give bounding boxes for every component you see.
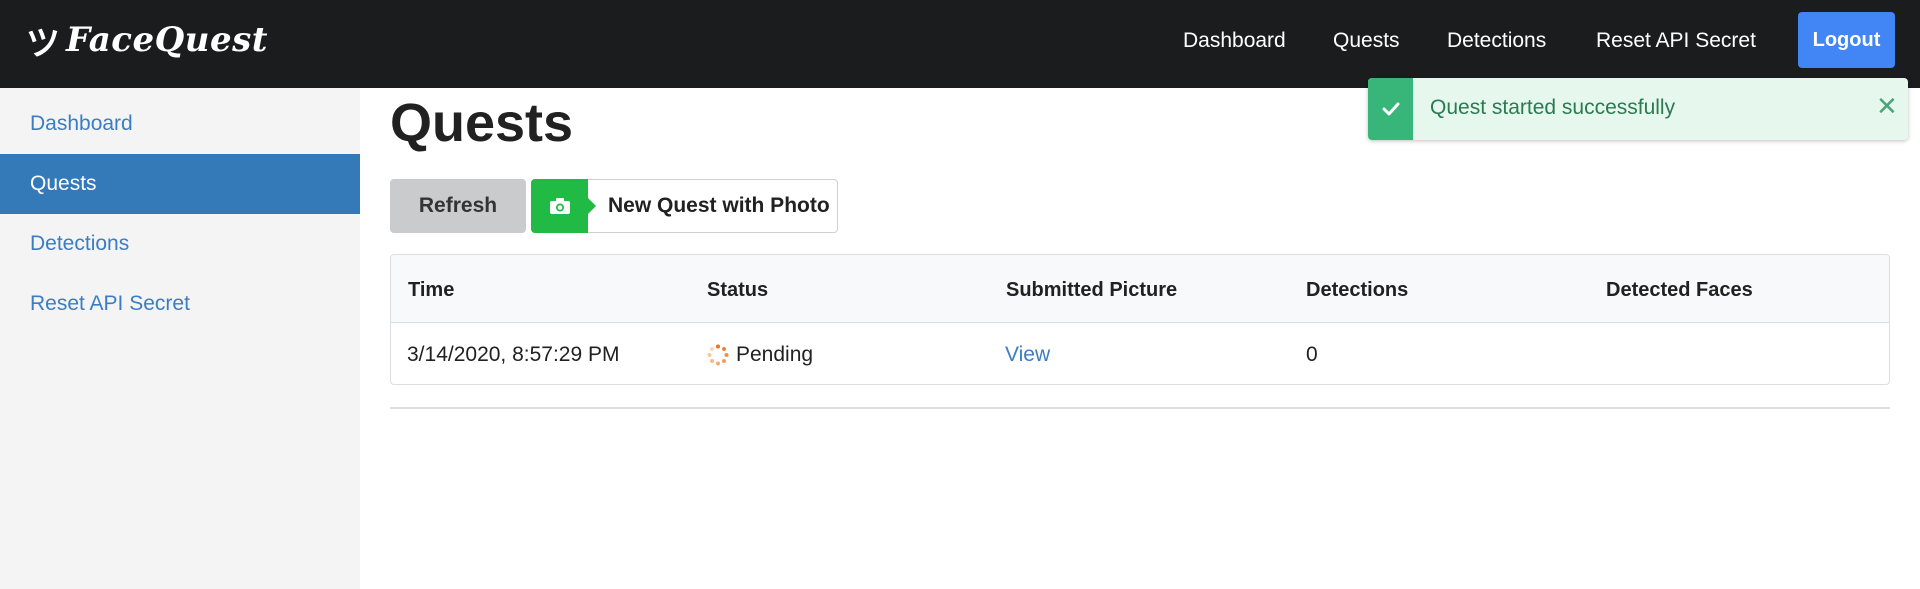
cell-view-link[interactable]: View (1005, 343, 1050, 367)
table-header: Time Status Submitted Picture Detections… (391, 255, 1889, 323)
close-icon[interactable]: ✕ (1876, 93, 1898, 119)
nav-link-detections[interactable]: Detections (1447, 29, 1546, 53)
logout-button[interactable]: Logout (1798, 12, 1895, 68)
column-header-submitted-picture: Submitted Picture (1006, 279, 1178, 301)
brand-logo-icon: ツ (26, 23, 60, 64)
sidebar-item-dashboard[interactable]: Dashboard (0, 94, 360, 154)
column-header-detections: Detections (1306, 279, 1409, 301)
sidebar-item-reset-api-secret[interactable]: Reset API Secret (0, 274, 360, 334)
page-title: Quests (390, 93, 574, 153)
sidebar: Dashboard Quests Detections Reset API Se… (0, 88, 360, 589)
divider (390, 407, 1890, 409)
brand[interactable]: ツ FaceQuest (26, 18, 268, 64)
nav-link-quests[interactable]: Quests (1333, 29, 1400, 53)
nav-link-reset-api-secret[interactable]: Reset API Secret (1596, 29, 1756, 53)
refresh-button[interactable]: Refresh (390, 179, 526, 233)
new-quest-with-photo-button[interactable]: New Quest with Photo (531, 178, 838, 233)
sidebar-item-quests[interactable]: Quests (0, 154, 360, 214)
spinner-icon (707, 344, 729, 366)
success-toast: Quest started successfully ✕ (1368, 78, 1908, 140)
nav-link-dashboard[interactable]: Dashboard (1183, 29, 1286, 53)
cell-detections: 0 (1306, 343, 1318, 366)
sidebar-item-detections[interactable]: Detections (0, 214, 360, 274)
top-navbar: ツ FaceQuest Dashboard Quests Detections … (0, 0, 1920, 88)
cell-time: 3/14/2020, 8:57:29 PM (407, 343, 620, 366)
camera-icon (531, 178, 596, 233)
toast-message: Quest started successfully (1430, 96, 1676, 119)
cell-status: Pending (736, 343, 814, 366)
column-header-time: Time (408, 279, 455, 301)
check-icon (1368, 78, 1413, 140)
column-header-detected-faces: Detected Faces (1606, 279, 1753, 301)
new-quest-label: New Quest with Photo (608, 194, 830, 217)
brand-name: FaceQuest (66, 20, 268, 60)
column-header-status: Status (707, 279, 769, 301)
